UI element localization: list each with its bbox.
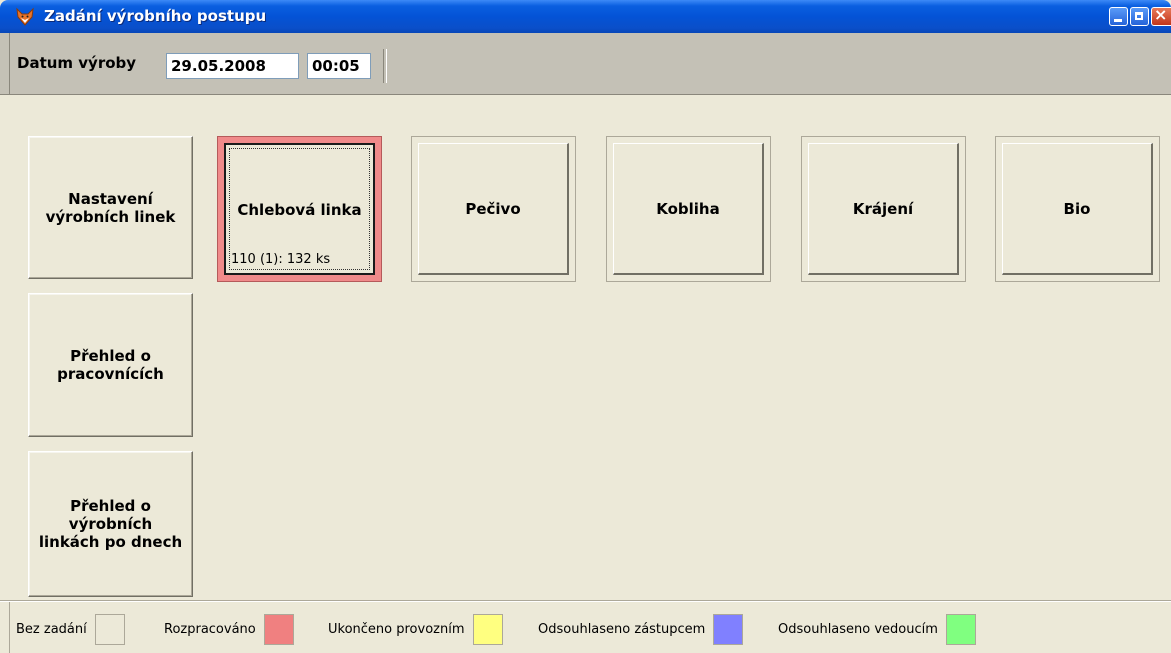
focus-rectangle — [229, 148, 370, 270]
fox-app-icon — [16, 7, 34, 26]
legend-label-approved-manager: Odsouhlaseno vedoucím — [778, 622, 938, 637]
close-icon: × — [1154, 5, 1168, 24]
toolbar-grip — [9, 33, 10, 95]
legend-swatch-approved-deputy — [713, 614, 744, 645]
lines-by-day-button[interactable]: Přehled o výrobních linkách po dnech — [28, 451, 193, 597]
legend-label-approved-deputy: Odsouhlaseno zástupcem — [538, 622, 706, 637]
statusbar-highlight — [0, 601, 1171, 602]
minimize-icon — [1114, 19, 1122, 22]
line-button-chlebova-face[interactable]: Chlebová linka 110 (1): 132 ks — [224, 143, 375, 275]
toolbar-separator — [383, 49, 387, 83]
production-date-field[interactable]: 29.05.2008 — [166, 53, 299, 79]
legend-item-finished: Ukončeno provozním — [328, 614, 503, 645]
line-label-bio: Bio — [1063, 199, 1091, 218]
minimize-button[interactable] — [1109, 7, 1128, 26]
legend-label-none: Bez zadání — [16, 622, 87, 637]
production-time-field[interactable]: 00:05 — [307, 53, 371, 79]
production-date-label: Datum výroby — [17, 54, 137, 72]
legend-item-approved-manager: Odsouhlaseno vedoucím — [778, 614, 976, 645]
line-button-pecivo-face[interactable]: Pečivo — [418, 143, 569, 275]
toolbar: Datum výroby 29.05.2008 00:05 — [0, 33, 1171, 95]
line-button-chlebova[interactable]: Chlebová linka 110 (1): 132 ks — [217, 136, 382, 282]
workers-overview-label: Přehled o pracovnících — [57, 347, 164, 383]
legend-label-in-progress: Rozpracováno — [164, 622, 256, 637]
status-legend-bar: Bez zadání Rozpracováno Ukončeno provozn… — [0, 600, 1171, 653]
legend-label-finished: Ukončeno provozním — [328, 622, 465, 637]
maximize-button[interactable] — [1130, 7, 1149, 26]
maximize-icon — [1135, 12, 1143, 20]
window-titlebar[interactable]: Zadání výrobního postupu × — [0, 0, 1171, 33]
statusbar-grip — [9, 602, 10, 653]
line-label-kobliha: Kobliha — [656, 199, 720, 218]
line-button-bio-face[interactable]: Bio — [1002, 143, 1153, 275]
line-button-pecivo[interactable]: Pečivo — [411, 136, 576, 282]
window-title: Zadání výrobního postupu — [44, 7, 267, 25]
workers-overview-button[interactable]: Přehled o pracovnících — [28, 293, 193, 437]
legend-item-approved-deputy: Odsouhlaseno zástupcem — [538, 614, 744, 645]
legend-swatch-none — [94, 614, 125, 645]
legend-swatch-in-progress — [263, 614, 294, 645]
line-label-krajeni: Krájení — [852, 199, 914, 218]
line-button-kobliha-face[interactable]: Kobliha — [613, 143, 764, 275]
line-button-krajeni-face[interactable]: Krájení — [808, 143, 959, 275]
legend-swatch-finished — [472, 614, 503, 645]
line-button-bio[interactable]: Bio — [995, 136, 1160, 282]
lines-by-day-label: Přehled o výrobních linkách po dnech — [38, 497, 183, 551]
legend-item-in-progress: Rozpracováno — [164, 614, 294, 645]
line-label-pecivo: Pečivo — [465, 199, 521, 218]
line-settings-button[interactable]: Nastavení výrobních linek — [28, 136, 193, 279]
legend-item-none: Bez zadání — [16, 614, 125, 645]
line-button-krajeni[interactable]: Krájení — [801, 136, 966, 282]
line-settings-label: Nastavení výrobních linek — [45, 189, 176, 226]
line-button-kobliha[interactable]: Kobliha — [606, 136, 771, 282]
legend-swatch-approved-manager — [945, 614, 976, 645]
close-button[interactable]: × — [1151, 5, 1171, 26]
